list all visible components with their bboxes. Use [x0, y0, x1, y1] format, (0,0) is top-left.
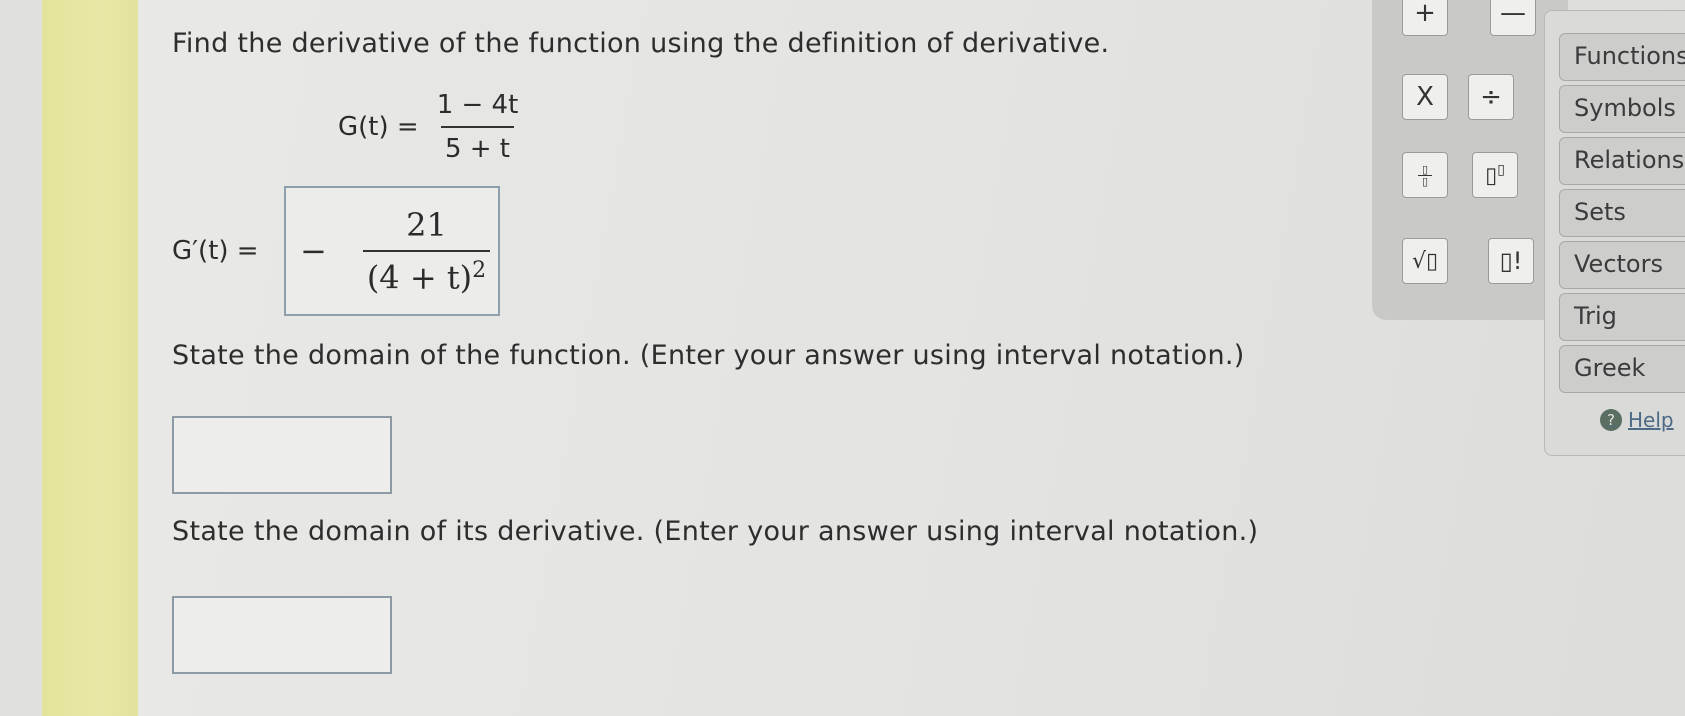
answer-fraction: 21 (4 + t)2 — [362, 205, 491, 297]
domain-function-prompt: State the domain of the function. (Enter… — [172, 340, 1245, 371]
exponent-button[interactable]: ▯▯ — [1472, 152, 1518, 198]
fraction-button[interactable]: ▯ ▯ — [1402, 152, 1448, 198]
exponent-icon: ▯▯ — [1485, 161, 1505, 189]
left-margin — [0, 0, 42, 716]
answer-exponent: 2 — [472, 257, 487, 283]
tab-symbols[interactable]: Symbols — [1559, 85, 1685, 133]
minus-button[interactable]: — — [1490, 0, 1536, 36]
derivative-label: G′(t) = — [172, 236, 259, 266]
help-icon: ? — [1600, 409, 1622, 431]
domain-derivative-prompt: State the domain of its derivative. (Ent… — [172, 516, 1259, 547]
answer-numerator: 21 — [406, 205, 447, 244]
factorial-button[interactable]: ▯! — [1488, 238, 1534, 284]
help-link[interactable]: ? Help — [1600, 408, 1674, 432]
problem-area: Find the derivative of the function usin… — [138, 0, 1338, 716]
domain-function-input[interactable] — [172, 416, 392, 494]
domain-derivative-input[interactable] — [172, 596, 392, 674]
tab-vectors[interactable]: Vectors — [1559, 241, 1685, 289]
help-label: Help — [1628, 408, 1674, 432]
answer-denominator: (4 + t)2 — [362, 249, 491, 297]
tab-sets[interactable]: Sets — [1559, 189, 1685, 237]
plus-button[interactable]: + — [1402, 0, 1448, 36]
times-icon: X — [1416, 82, 1434, 112]
palette-tabs-panel: Functions Symbols Relations Sets Vectors… — [1544, 10, 1685, 456]
page: Find the derivative of the function usin… — [0, 0, 1685, 716]
tab-relations[interactable]: Relations — [1559, 137, 1685, 185]
function-equation: G(t) = 1 − 4t 5 + t — [338, 90, 522, 164]
function-lhs: G(t) = — [338, 112, 419, 142]
answer-denominator-base: (4 + t) — [366, 258, 473, 297]
tab-greek[interactable]: Greek — [1559, 345, 1685, 393]
fraction-icon: ▯ ▯ — [1418, 164, 1432, 187]
answer-sign: − — [300, 232, 327, 270]
tab-functions[interactable]: Functions — [1559, 33, 1685, 81]
divide-icon: ÷ — [1480, 82, 1502, 112]
times-button[interactable]: X — [1402, 74, 1448, 120]
factorial-icon: ▯! — [1499, 247, 1523, 275]
plus-icon: + — [1414, 0, 1436, 28]
derivative-lhs: G′(t) = — [172, 236, 259, 266]
function-fraction: 1 − 4t 5 + t — [433, 90, 523, 164]
sqrt-icon: √▯ — [1411, 248, 1439, 274]
sqrt-button[interactable]: √▯ — [1402, 238, 1448, 284]
question-margin-strip — [42, 0, 138, 716]
math-palette: + — X ÷ ▯ ▯ ▯▯ √▯ ▯! — [1372, 0, 1568, 320]
minus-icon: — — [1500, 0, 1526, 28]
divide-button[interactable]: ÷ — [1468, 74, 1514, 120]
function-numerator: 1 − 4t — [436, 90, 519, 120]
instruction-text: Find the derivative of the function usin… — [172, 28, 1110, 59]
derivative-answer-box[interactable]: − 21 (4 + t)2 — [284, 186, 500, 316]
function-denominator: 5 + t — [440, 126, 515, 164]
tab-trig[interactable]: Trig — [1559, 293, 1685, 341]
